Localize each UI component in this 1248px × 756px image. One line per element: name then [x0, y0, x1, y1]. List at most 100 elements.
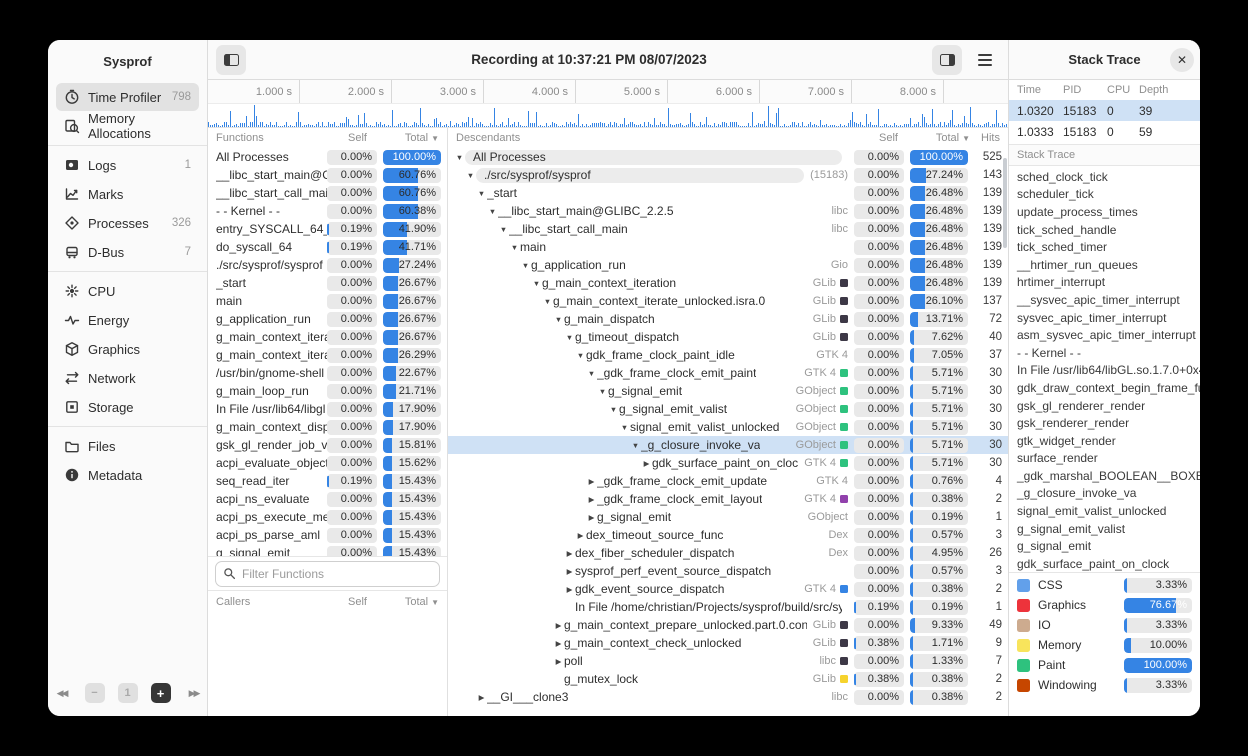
expander-closed-icon[interactable]: ▶ [575, 531, 586, 540]
stack-frame[interactable]: gdk_draw_context_begin_frame_full [1009, 379, 1200, 397]
stack-frame[interactable]: asm_sysvec_apic_timer_interrupt [1009, 326, 1200, 344]
expander-closed-icon[interactable]: ▶ [564, 585, 575, 594]
stack-frame[interactable]: update_process_times [1009, 203, 1200, 221]
descendant-row[interactable]: ▼g_main_context_iterate_unlocked.isra.0G… [448, 292, 1008, 310]
stack-frame[interactable]: _gdk_marshal_BOOLEAN__BOXEDv [1009, 467, 1200, 485]
expander-closed-icon[interactable]: ▶ [564, 549, 575, 558]
self-header[interactable]: Self [325, 132, 377, 144]
sidebar-item-d-bus[interactable]: D-Bus7 [56, 238, 199, 266]
function-row[interactable]: ./src/sysprof/sysprof0.00%27.24% [208, 256, 447, 274]
descendant-row[interactable]: ▶g_main_context_check_unlockedGLib0.38%1… [448, 634, 1008, 652]
stack-frame[interactable]: _g_closure_invoke_va [1009, 485, 1200, 503]
function-row[interactable]: main0.00%26.67% [208, 292, 447, 310]
function-row[interactable]: do_syscall_640.19%41.71% [208, 238, 447, 256]
expander-closed-icon[interactable]: ▶ [553, 657, 564, 666]
descendants-self-header[interactable]: Self [856, 132, 908, 144]
descendant-row[interactable]: ▶g_main_context_prepare_unlocked.part.0.… [448, 616, 1008, 634]
function-row[interactable]: g_main_context_itera0.00%26.67% [208, 328, 447, 346]
descendants-total-header[interactable]: Total▼ [908, 132, 970, 144]
legend-row-windowing[interactable]: Windowing3.33% [1009, 675, 1200, 695]
stack-frame[interactable]: __hrtimer_run_queues [1009, 256, 1200, 274]
expander-open-icon[interactable]: ▼ [597, 387, 608, 396]
scrollbar-thumb[interactable] [1003, 158, 1007, 248]
function-row[interactable]: _start0.00%26.67% [208, 274, 447, 292]
function-row[interactable]: seq_read_iter0.19%15.43% [208, 472, 447, 490]
sidebar-item-energy[interactable]: Energy [56, 306, 199, 334]
expander-open-icon[interactable]: ▼ [575, 351, 586, 360]
stack-frame[interactable]: signal_emit_valist_unlocked [1009, 502, 1200, 520]
function-row[interactable]: g_application_run0.00%26.67% [208, 310, 447, 328]
expander-open-icon[interactable]: ▼ [531, 279, 542, 288]
expander-closed-icon[interactable]: ▶ [553, 639, 564, 648]
stack-frame[interactable]: hrtimer_interrupt [1009, 274, 1200, 292]
function-row[interactable]: g_main_loop_run0.00%21.71% [208, 382, 447, 400]
descendant-row[interactable]: ▼g_signal_emit_valistGObject0.00%5.71%30 [448, 400, 1008, 418]
expander-open-icon[interactable]: ▼ [520, 261, 531, 270]
function-row[interactable]: acpi_ps_execute_met0.00%15.43% [208, 508, 447, 526]
expander-open-icon[interactable]: ▼ [465, 171, 476, 180]
zoom-in-button[interactable]: + [151, 683, 171, 703]
seek-forward-button[interactable]: ▶▶ [184, 683, 204, 703]
descendant-row[interactable]: ▼_g_closure_invoke_vaGObject0.00%5.71%30 [448, 436, 1008, 454]
legend-row-memory[interactable]: Memory10.00% [1009, 635, 1200, 655]
legend-row-graphics[interactable]: Graphics76.67% [1009, 595, 1200, 615]
descendant-row[interactable]: ▶_gdk_frame_clock_emit_layoutGTK 40.00%0… [448, 490, 1008, 508]
function-row[interactable]: acpi_ns_evaluate0.00%15.43% [208, 490, 447, 508]
sidebar-item-time-profiler[interactable]: Time Profiler798 [56, 83, 199, 111]
descendant-row[interactable]: ▶dex_timeout_source_funcDex0.00%0.57%3 [448, 526, 1008, 544]
expander-open-icon[interactable]: ▼ [498, 225, 509, 234]
descendants-hits-header[interactable]: Hits [970, 132, 1000, 144]
descendant-row[interactable]: ▼_gdk_frame_clock_emit_paintGTK 40.00%5.… [448, 364, 1008, 382]
sample-col-header-pid[interactable]: PID [1063, 84, 1107, 96]
descendants-header[interactable]: Descendants [456, 132, 856, 144]
sidebar-item-storage[interactable]: Storage [56, 393, 199, 421]
sidebar-item-logs[interactable]: Logs1 [56, 151, 199, 179]
expander-open-icon[interactable]: ▼ [454, 153, 465, 162]
sidebar-item-processes[interactable]: Processes326 [56, 209, 199, 237]
expander-closed-icon[interactable]: ▶ [553, 621, 564, 630]
function-row[interactable]: /usr/bin/gnome-shell0.00%22.67% [208, 364, 447, 382]
sidebar-item-memory-allocations[interactable]: Memory Allocations [56, 112, 199, 140]
expander-closed-icon[interactable]: ▶ [641, 459, 652, 468]
descendant-row[interactable]: ▶gdk_event_source_dispatchGTK 40.00%0.38… [448, 580, 1008, 598]
sample-row[interactable]: 1.033315183059 [1009, 121, 1200, 142]
expander-closed-icon[interactable]: ▶ [586, 513, 597, 522]
toggle-left-sidebar-button[interactable] [216, 45, 246, 75]
sample-col-header-time[interactable]: Time [1017, 84, 1063, 96]
stack-frame[interactable]: sysvec_apic_timer_interrupt [1009, 309, 1200, 327]
filter-functions-box[interactable] [215, 561, 440, 587]
sidebar-item-metadata[interactable]: Metadata [56, 461, 199, 489]
sample-row[interactable]: 1.032015183039 [1009, 100, 1200, 121]
stack-frame[interactable]: gsk_gl_renderer_render [1009, 397, 1200, 415]
stack-frame[interactable]: - - Kernel - - [1009, 344, 1200, 362]
callers-self-header[interactable]: Self [325, 596, 377, 608]
cpu-activity-chart[interactable] [208, 104, 1008, 128]
toggle-right-panel-button[interactable] [932, 45, 962, 75]
stack-frame[interactable]: In File /usr/lib64/libGL.so.1.7.0+0x4b [1009, 362, 1200, 380]
stack-frame[interactable]: tick_sched_handle [1009, 221, 1200, 239]
expander-open-icon[interactable]: ▼ [608, 405, 619, 414]
sidebar-item-files[interactable]: Files [56, 432, 199, 460]
function-row[interactable]: All Processes0.00%100.00% [208, 148, 447, 166]
stack-frame[interactable]: scheduler_tick [1009, 186, 1200, 204]
descendant-row[interactable]: ▼signal_emit_valist_unlockedGObject0.00%… [448, 418, 1008, 436]
close-button[interactable]: ✕ [1170, 48, 1194, 72]
total-header[interactable]: Total▼ [377, 132, 439, 144]
function-row[interactable]: - - Kernel - -0.00%60.38% [208, 202, 447, 220]
stack-frame[interactable]: gsk_renderer_render [1009, 414, 1200, 432]
function-row[interactable]: acpi_evaluate_object0.00%15.62% [208, 454, 447, 472]
descendant-row[interactable]: ▶polllibc0.00%1.33%7 [448, 652, 1008, 670]
descendant-row[interactable]: ▼main0.00%26.48%139 [448, 238, 1008, 256]
stack-frame[interactable]: gdk_surface_paint_on_clock [1009, 555, 1200, 572]
legend-row-paint[interactable]: Paint100.00% [1009, 655, 1200, 675]
expander-closed-icon[interactable]: ▶ [564, 567, 575, 576]
descendant-row[interactable]: ▼g_timeout_dispatchGLib0.00%7.62%40 [448, 328, 1008, 346]
seek-backward-button[interactable]: ◀◀ [52, 683, 72, 703]
sidebar-item-graphics[interactable]: Graphics [56, 335, 199, 363]
expander-open-icon[interactable]: ▼ [509, 243, 520, 252]
expander-closed-icon[interactable]: ▶ [476, 693, 487, 702]
descendant-row[interactable]: ▼g_signal_emitGObject0.00%5.71%30 [448, 382, 1008, 400]
descendant-row[interactable]: ▼g_main_context_iterationGLib0.00%26.48%… [448, 274, 1008, 292]
sidebar-item-cpu[interactable]: CPU [56, 277, 199, 305]
function-row[interactable]: g_main_context_itera0.00%26.29% [208, 346, 447, 364]
